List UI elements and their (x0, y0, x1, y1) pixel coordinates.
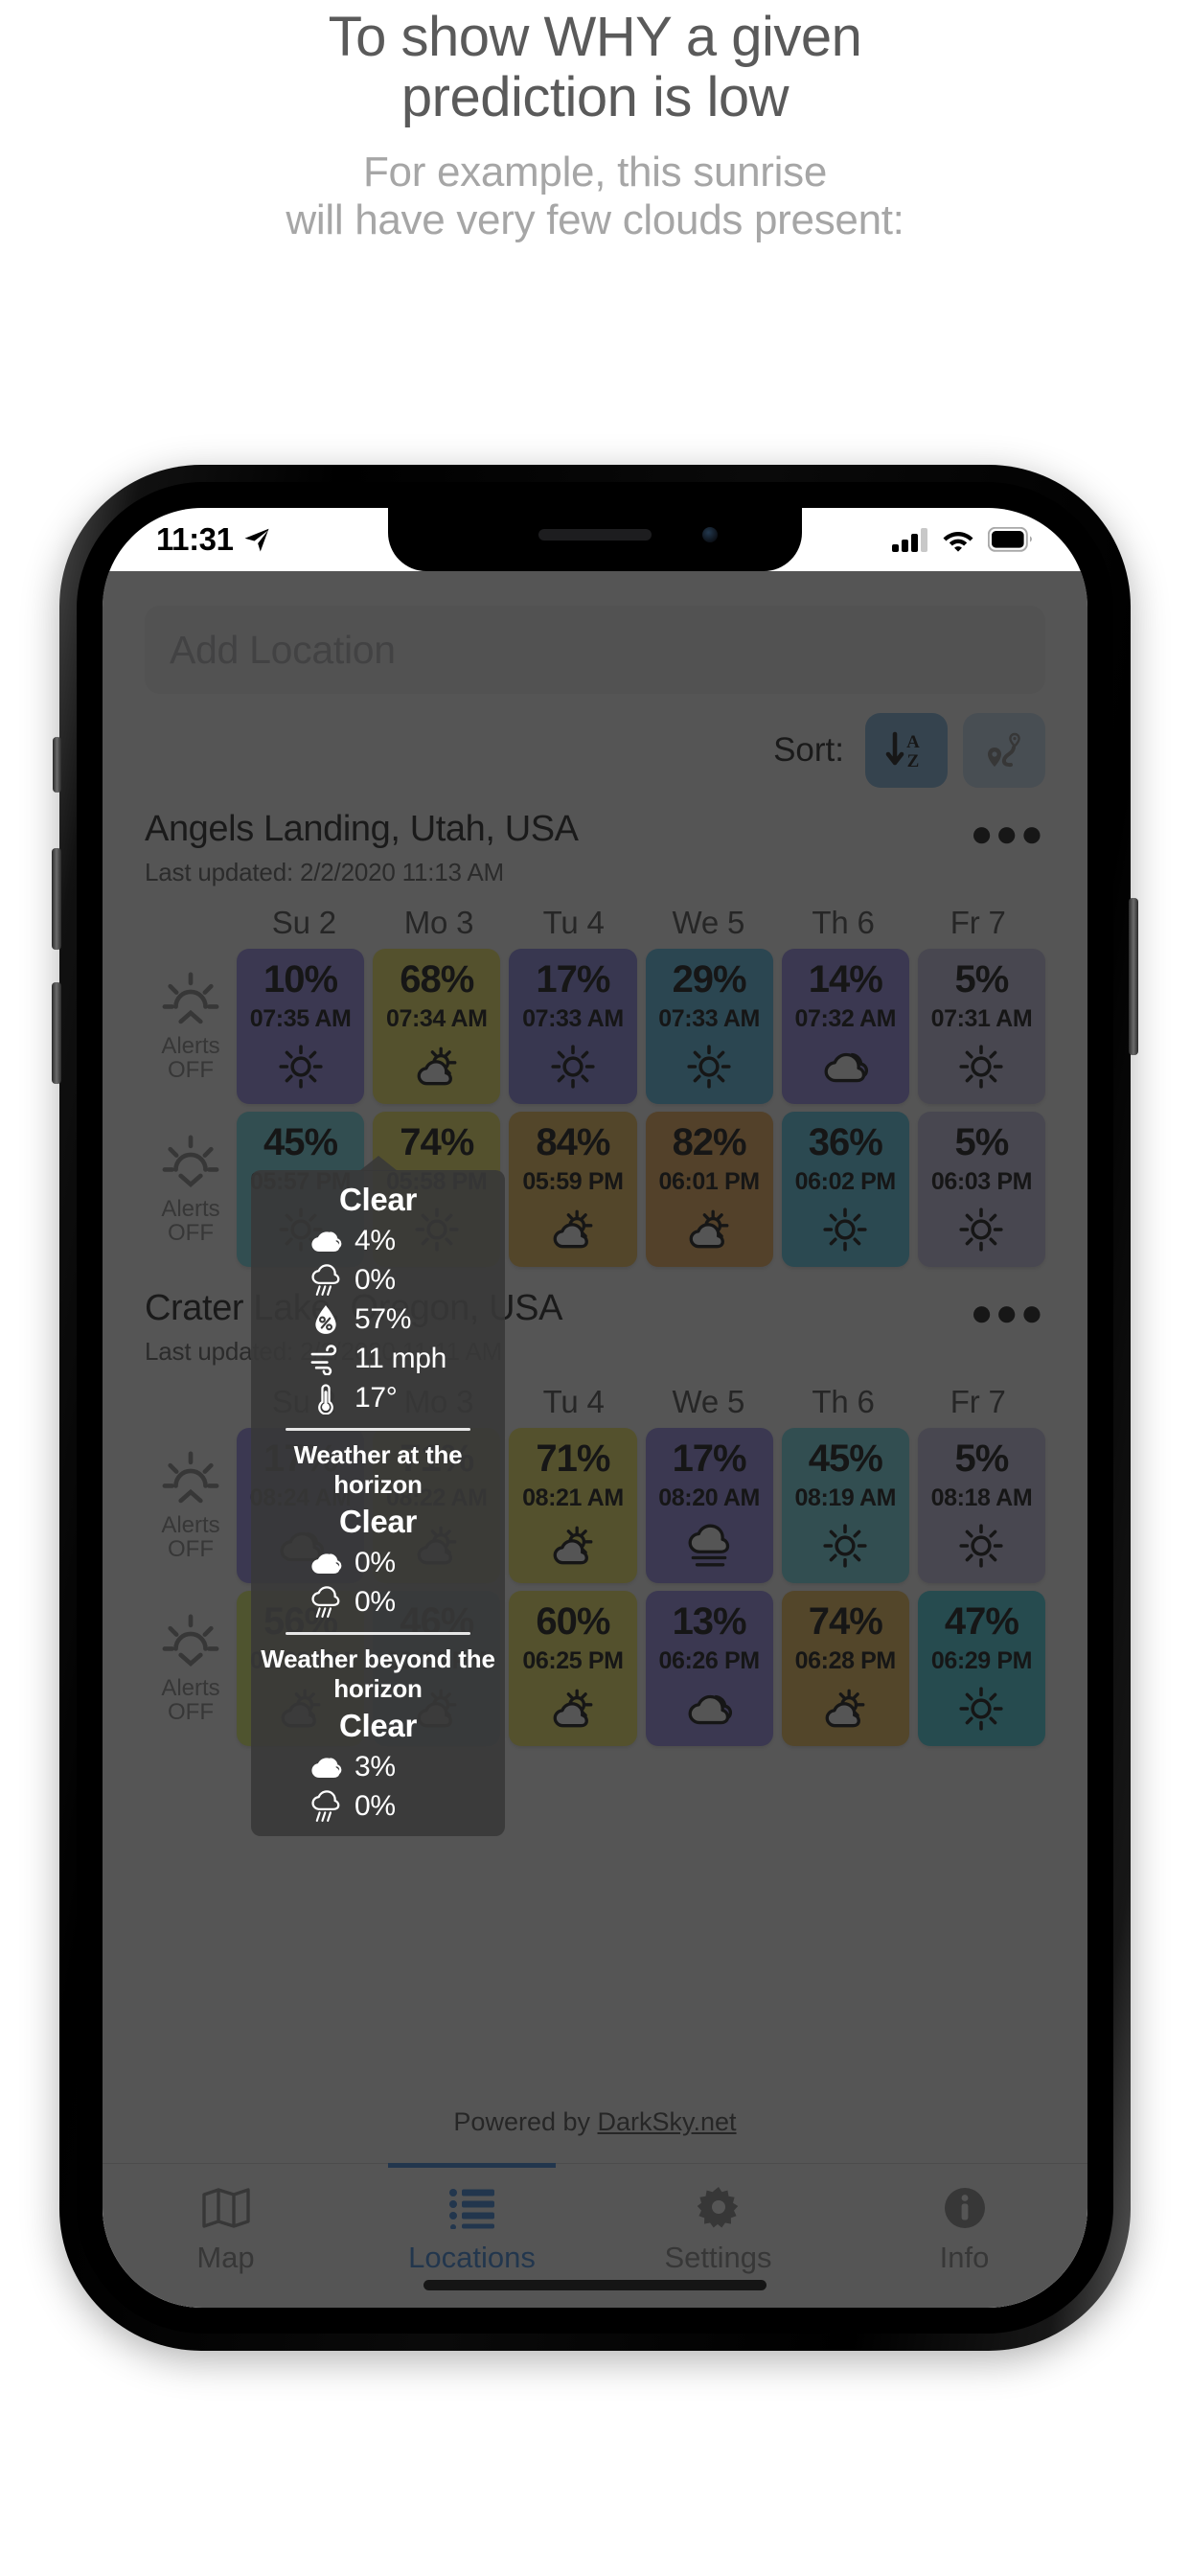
earpiece-speaker (538, 529, 652, 540)
tooltip-row-value: 57% (355, 1303, 412, 1335)
location-arrow-icon (242, 525, 271, 554)
tooltip-arrow (359, 1156, 398, 1171)
tooltip-row: 11 mph (251, 1343, 505, 1375)
rain-cloud-icon (302, 1586, 342, 1619)
humidity-drop-icon (302, 1303, 342, 1336)
tooltip-title: Clear (338, 1182, 418, 1217)
tooltip-row-value: 0% (355, 1547, 396, 1578)
tooltip-divider-2 (286, 1632, 470, 1635)
tooltip-row: 17° (251, 1382, 505, 1414)
cellular-bars-icon (892, 527, 928, 552)
cloud-icon (302, 1547, 342, 1579)
mute-switch[interactable] (53, 737, 61, 793)
promo-subline-line1: For example, this sunrise (362, 149, 828, 196)
front-camera-icon (702, 527, 718, 542)
wifi-icon (941, 527, 975, 552)
rain-cloud-icon (302, 1790, 342, 1823)
tooltip-row: 0% (251, 1547, 505, 1579)
rain-cloud-icon (302, 1264, 342, 1297)
weather-tooltip: Clear 4% 0% 57% 11 mph 17° Weather at th… (251, 1156, 505, 1836)
tooltip-horizon-title: Clear (338, 1504, 418, 1539)
promo-headline-line2: prediction is low (400, 65, 790, 128)
tooltip-row: 0% (251, 1790, 505, 1823)
cloud-icon (302, 1751, 342, 1783)
tooltip-row: 0% (251, 1264, 505, 1297)
status-time: 11:31 (156, 521, 234, 557)
tooltip-row-value: 0% (355, 1264, 396, 1296)
tooltip-divider-1 (286, 1428, 470, 1431)
promo-headline-line1: To show WHY a given (328, 6, 862, 68)
app-content: Add Location Sort: A Z (103, 571, 1087, 2308)
tooltip-horizon-rows: 0% 0% (251, 1547, 505, 1619)
promo-subline: For example, this sunrise will have very… (0, 149, 1190, 243)
tooltip-row-value: 4% (355, 1225, 396, 1256)
power-button[interactable] (1129, 898, 1138, 1055)
volume-up-button[interactable] (52, 848, 61, 950)
status-indicators (892, 527, 1034, 552)
tooltip-row: 3% (251, 1751, 505, 1783)
tooltip-row: 57% (251, 1303, 505, 1336)
tooltip-beyond-heading: Weather beyond the horizon (261, 1644, 495, 1703)
promo-header: To show WHY a given prediction is low Fo… (0, 0, 1190, 243)
tooltip-row: 0% (251, 1586, 505, 1619)
phone-screen: 11:31 Clear 4% 0% 57% 11 mph 17° Weather… (103, 508, 1087, 2308)
phone-frame: 11:31 Clear 4% 0% 57% 11 mph 17° Weather… (52, 465, 1138, 2351)
tooltip-beyond-rows: 3% 0% (251, 1751, 505, 1823)
tooltip-row: 4% (251, 1225, 505, 1257)
tooltip-beyond-title: Clear (338, 1708, 418, 1743)
promo-headline: To show WHY a given prediction is low (0, 0, 1190, 127)
tooltip-horizon-heading: Weather at the horizon (293, 1440, 463, 1499)
tooltip-row-value: 0% (355, 1586, 396, 1618)
cloud-icon (302, 1225, 342, 1257)
tooltip-row-value: 11 mph (355, 1343, 447, 1374)
status-time-group: 11:31 (156, 521, 271, 558)
wind-icon (302, 1343, 342, 1375)
tooltip-rows: 4% 0% 57% 11 mph 17° (251, 1225, 505, 1414)
notch (388, 508, 802, 571)
tooltip-row-value: 3% (355, 1751, 396, 1782)
battery-full-icon (988, 527, 1034, 552)
volume-down-button[interactable] (52, 982, 61, 1084)
thermometer-icon (302, 1382, 342, 1414)
tooltip-row-value: 0% (355, 1790, 396, 1822)
tooltip-row-value: 17° (355, 1382, 398, 1414)
promo-subline-line2: will have very few clouds present: (286, 196, 904, 243)
